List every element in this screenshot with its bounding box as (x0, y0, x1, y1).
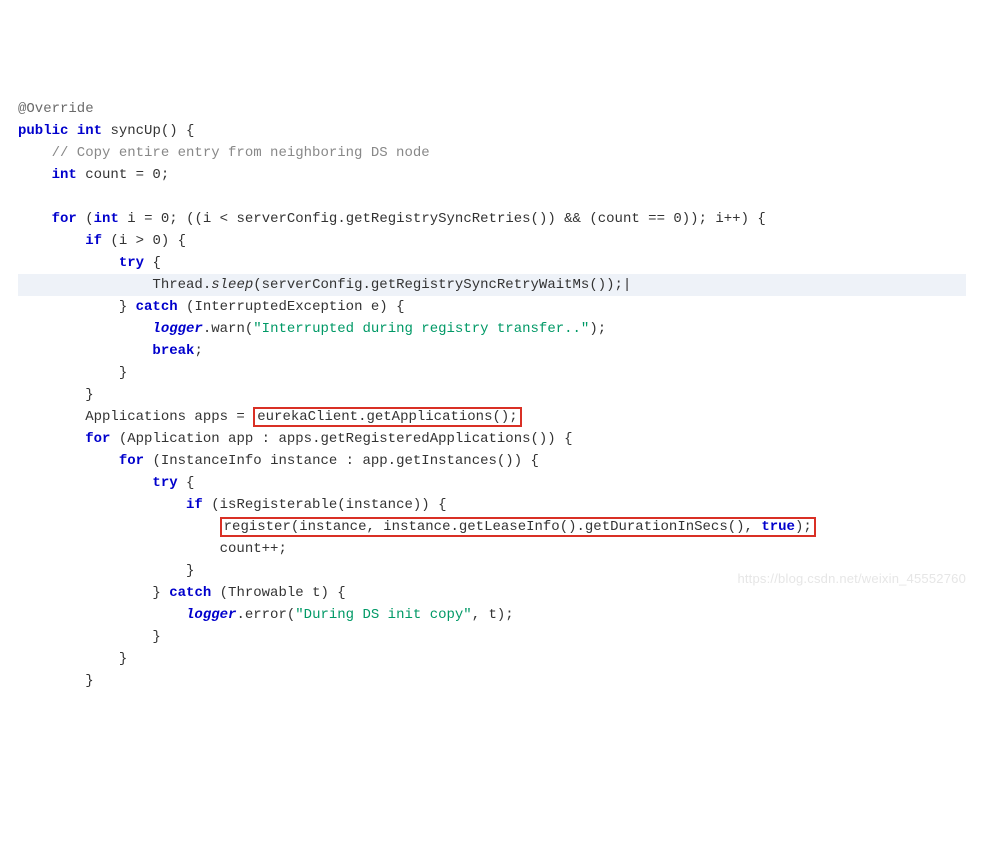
code-text: i = 0; ((i < (119, 211, 237, 227)
code-text: count = 0; (77, 167, 169, 183)
keyword-int: int (94, 211, 119, 227)
method-signature: syncUp() { (102, 123, 194, 139)
code-text: { (178, 475, 195, 491)
code-text: } (18, 651, 127, 667)
code-text: ; (194, 343, 202, 359)
code-text: } (18, 299, 136, 315)
code-text: , t); (472, 607, 514, 623)
code-text (18, 211, 52, 227)
code-text (18, 453, 119, 469)
code-text: Applications apps = (18, 409, 253, 425)
code-text: } (18, 563, 194, 579)
keyword-int: int (77, 123, 102, 139)
code-text: register(instance, instance.getLeaseInfo… (224, 519, 762, 535)
code-text (18, 475, 152, 491)
keyword-for: for (52, 211, 77, 227)
keyword-catch: catch (169, 585, 211, 601)
code-block: @Override public int syncUp() { // Copy … (18, 98, 966, 692)
keyword-if: if (186, 497, 203, 513)
highlight-box-eurekaclient: eurekaClient.getApplications(); (253, 407, 521, 427)
code-text: .warn( (203, 321, 253, 337)
code-text: ( (253, 277, 261, 293)
keyword-int: int (18, 167, 77, 183)
keyword-break: break (152, 343, 194, 359)
keyword-if: if (85, 233, 102, 249)
code-text: (Throwable t) { (211, 585, 345, 601)
code-text: } (18, 387, 94, 403)
watermark: https://blog.csdn.net/weixin_45552760 (737, 568, 966, 590)
comment: // Copy entire entry from neighboring DS… (18, 145, 430, 161)
code-text: { (144, 255, 161, 271)
keyword-catch: catch (136, 299, 178, 315)
code-text: ); (589, 321, 606, 337)
ref-serverconfig: serverConfig (262, 277, 363, 293)
code-text: ( (77, 211, 94, 227)
code-text: eurekaClient.getApplications(); (257, 409, 517, 425)
highlighted-line: Thread.sleep(serverConfig.getRegistrySyn… (18, 274, 966, 296)
code-text: Thread. (18, 277, 211, 293)
code-text (18, 519, 220, 535)
code-text (18, 343, 152, 359)
code-text: .getRegistrySyncRetryWaitMs());| (362, 277, 631, 293)
code-text: count++; (18, 541, 287, 557)
code-text (18, 431, 85, 447)
code-text: (InstanceInfo instance : app.getInstance… (144, 453, 539, 469)
keyword-public: public (18, 123, 68, 139)
code-text: ); (795, 519, 812, 535)
code-text: (InterruptedException e) { (178, 299, 405, 315)
code-text (18, 233, 85, 249)
code-text (18, 255, 119, 271)
keyword-try: try (119, 255, 144, 271)
code-text: } (18, 629, 161, 645)
string-literal: "During DS init copy" (295, 607, 471, 623)
code-text: .getRegistrySyncRetries()) && (count == … (337, 211, 765, 227)
code-text: } (18, 365, 127, 381)
string-literal: "Interrupted during registry transfer.." (253, 321, 589, 337)
logger: logger (186, 607, 236, 623)
keyword-for: for (119, 453, 144, 469)
highlight-box-register: register(instance, instance.getLeaseInfo… (220, 517, 816, 537)
code-text (18, 497, 186, 513)
keyword-true: true (761, 519, 795, 535)
logger: logger (152, 321, 202, 337)
keyword-try: try (152, 475, 177, 491)
keyword-for: for (85, 431, 110, 447)
annotation: @Override (18, 101, 94, 117)
code-text: (Application app : apps.getRegisteredApp… (110, 431, 572, 447)
code-text: } (18, 585, 169, 601)
code-text (18, 321, 152, 337)
static-method-sleep: sleep (211, 277, 253, 293)
code-text: } (18, 673, 94, 689)
ref-serverconfig: serverConfig (236, 211, 337, 227)
code-text: .error( (236, 607, 295, 623)
code-text: (i > 0) { (102, 233, 186, 249)
code-text: (isRegisterable(instance)) { (203, 497, 447, 513)
code-text (18, 607, 186, 623)
